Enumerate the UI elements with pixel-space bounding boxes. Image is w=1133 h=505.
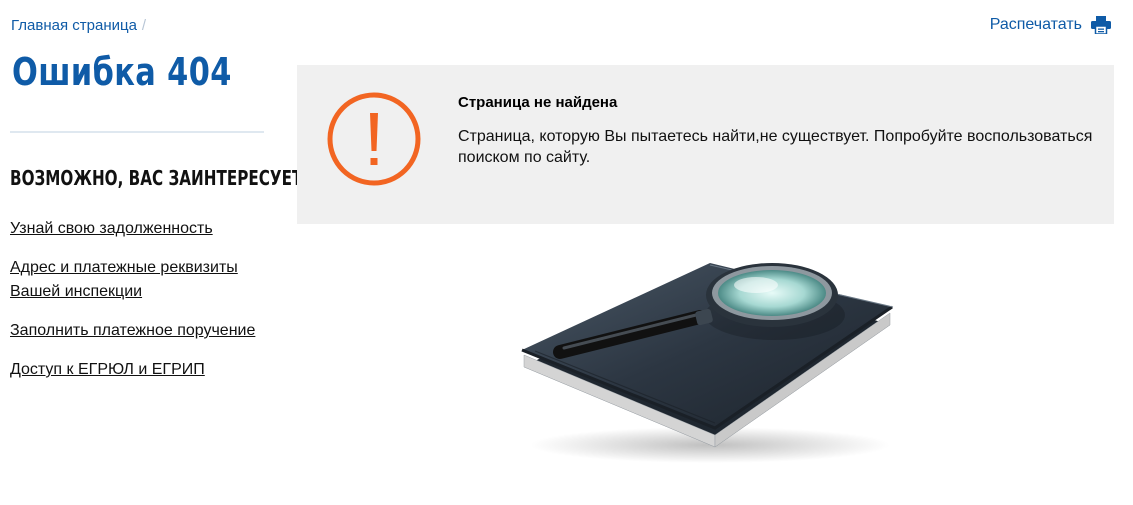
sidebar-links: Узнай свою задолженность Адрес и платежн…	[10, 217, 280, 397]
printer-icon	[1091, 16, 1111, 35]
breadcrumb: Главная страница /	[11, 17, 146, 34]
notice-title: Страница не найдена	[458, 94, 618, 111]
link-inspection-details[interactable]: Адрес и платежные реквизиты Вашей инспек…	[10, 256, 280, 304]
breadcrumb-home-link[interactable]: Главная страница	[11, 17, 137, 34]
link-debt[interactable]: Узнай свою задолженность	[10, 217, 280, 241]
breadcrumb-separator: /	[141, 17, 147, 34]
notice-panel: Страница не найдена Страница, которую Вы…	[297, 65, 1114, 224]
print-button[interactable]: Распечатать	[989, 16, 1111, 35]
sidebar-heading: ВОЗМОЖНО, ВАС ЗАИНТЕРЕСУЕТ	[10, 166, 303, 190]
link-egrul-egrip[interactable]: Доступ к ЕГРЮЛ и ЕГРИП	[10, 358, 280, 382]
link-payment-order[interactable]: Заполнить платежное поручение	[10, 319, 280, 343]
notice-text: Страница, которую Вы пытаетесь найти,не …	[458, 128, 1093, 166]
warning-icon	[327, 92, 421, 186]
sidebar-divider	[10, 131, 264, 133]
print-label: Распечатать	[989, 16, 1082, 33]
page-title: Ошибка 404	[12, 50, 232, 94]
notebook-magnifier-icon	[521, 263, 894, 463]
